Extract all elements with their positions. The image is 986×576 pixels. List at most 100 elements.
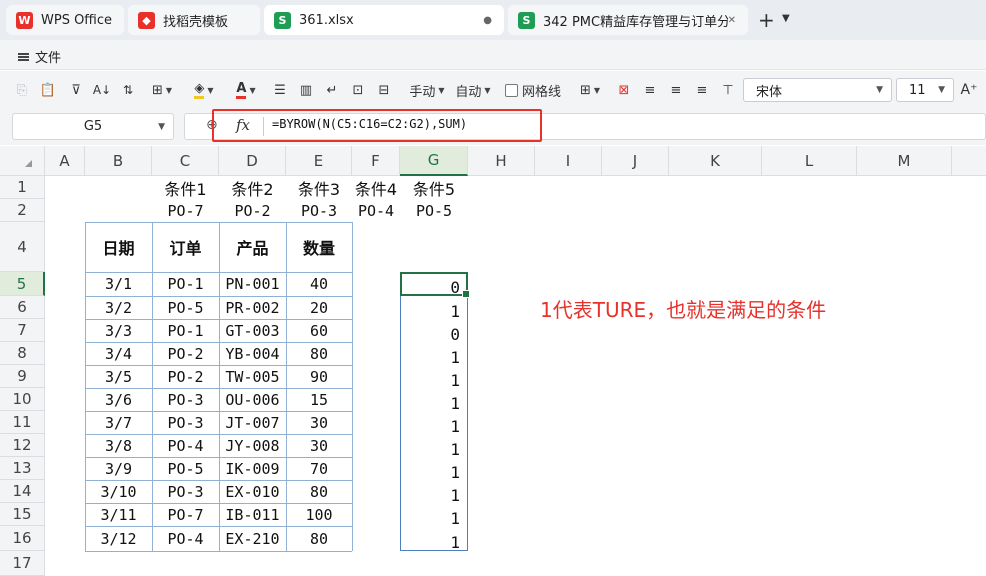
table-cell-date[interactable]: 3/9 — [85, 457, 152, 480]
column-header-selected[interactable]: G — [400, 146, 468, 176]
column-header[interactable]: I — [535, 146, 602, 176]
column-header[interactable]: F — [352, 146, 400, 176]
table-cell-product[interactable]: EX-210 — [219, 526, 286, 551]
column-header[interactable]: M — [857, 146, 952, 176]
table-header-date[interactable]: 日期 — [85, 222, 152, 272]
table-cell-qty[interactable]: 40 — [286, 272, 352, 296]
filter-icon[interactable]: ⊽ — [66, 79, 86, 101]
table-cell-product[interactable]: YB-004 — [219, 342, 286, 365]
sort-descending-icon[interactable]: ⇅ — [118, 79, 138, 101]
freeze-icon[interactable]: ⊟ — [374, 79, 394, 101]
condition-value[interactable]: PO-5 — [400, 199, 468, 222]
table-cell-product[interactable]: IK-009 — [219, 457, 286, 480]
result-cell[interactable]: 1 — [404, 463, 460, 483]
column-header[interactable]: J — [602, 146, 669, 176]
condition-value[interactable]: PO-3 — [286, 199, 352, 222]
table-cell-date[interactable]: 3/4 — [85, 342, 152, 365]
table-cell-date[interactable]: 3/7 — [85, 411, 152, 434]
table-cell-product[interactable]: GT-003 — [219, 319, 286, 342]
row-header-selected[interactable]: 5 — [0, 272, 45, 296]
align-icon[interactable]: ☰ — [270, 79, 290, 101]
copy-format-icon[interactable]: ⎘ — [12, 79, 32, 101]
column-header[interactable]: A — [45, 146, 85, 176]
row-header[interactable]: 16 — [0, 526, 45, 551]
borders-icon[interactable]: ⊞ ▼ — [146, 79, 178, 101]
auto-calc-button[interactable]: 自动 ▼ — [452, 79, 494, 101]
row-header[interactable]: 7 — [0, 319, 45, 342]
table-cell-date[interactable]: 3/2 — [85, 296, 152, 319]
column-header[interactable]: H — [468, 146, 535, 176]
table-cell-order[interactable]: PO-4 — [152, 526, 219, 551]
row-header[interactable]: 8 — [0, 342, 45, 365]
row-header[interactable]: 14 — [0, 480, 45, 503]
fill-color-icon[interactable]: ◈ ▼ — [188, 79, 220, 101]
row-header[interactable]: 6 — [0, 296, 45, 319]
table-cell-date[interactable]: 3/1 — [85, 272, 152, 296]
table-cell-qty[interactable]: 90 — [286, 365, 352, 388]
align-center-icon[interactable]: ≡ — [666, 79, 686, 101]
result-cell[interactable]: 1 — [404, 509, 460, 529]
table-header-order[interactable]: 订单 — [152, 222, 219, 272]
table-cell-order[interactable]: PO-2 — [152, 365, 219, 388]
tab-close-icon[interactable]: ✕ — [728, 15, 736, 26]
table-cell-order[interactable]: PO-4 — [152, 434, 219, 457]
table-cell-qty[interactable]: 60 — [286, 319, 352, 342]
table-cell-date[interactable]: 3/3 — [85, 319, 152, 342]
manual-calc-button[interactable]: 手动 ▼ — [402, 79, 452, 101]
table-cell-product[interactable]: PR-002 — [219, 296, 286, 319]
select-all-corner[interactable] — [0, 146, 45, 176]
columns-icon[interactable]: ▥ — [296, 79, 316, 101]
table-cell-qty[interactable]: 20 — [286, 296, 352, 319]
active-cell-g5[interactable] — [400, 272, 470, 298]
row-header[interactable]: 12 — [0, 434, 45, 457]
column-header[interactable]: B — [85, 146, 152, 176]
table-cell-product[interactable]: EX-010 — [219, 480, 286, 503]
table-header-product[interactable]: 产品 — [219, 222, 286, 272]
sort-ascending-icon[interactable]: A↓ — [92, 79, 112, 101]
clear-format-icon[interactable]: ⊠ — [614, 79, 634, 101]
result-cell[interactable]: 0 — [404, 325, 460, 345]
table-cell-qty[interactable]: 100 — [286, 503, 352, 526]
row-header[interactable]: 4 — [0, 222, 45, 272]
wrap-text-icon[interactable]: ↵ — [322, 79, 342, 101]
table-cell-order[interactable]: PO-3 — [152, 480, 219, 503]
table-cell-product[interactable]: PN-001 — [219, 272, 286, 296]
file-menu[interactable]: 文件 — [18, 47, 61, 66]
result-cell[interactable]: 1 — [404, 486, 460, 506]
condition-label[interactable]: 条件4 — [352, 176, 400, 199]
table-cell-date[interactable]: 3/10 — [85, 480, 152, 503]
table-cell-product[interactable]: JT-007 — [219, 411, 286, 434]
tab-template[interactable]: ◆ 找稻壳模板 — [128, 5, 260, 35]
condition-label[interactable]: 条件1 — [152, 176, 219, 199]
result-cell[interactable]: 1 — [404, 417, 460, 437]
row-header[interactable]: 17 — [0, 551, 45, 576]
table-cell-qty[interactable]: 70 — [286, 457, 352, 480]
result-cell[interactable]: 1 — [404, 348, 460, 368]
increase-font-icon[interactable]: A⁺ — [958, 79, 980, 101]
result-cell[interactable]: 1 — [404, 533, 460, 553]
name-box[interactable]: G5 ▼ — [12, 113, 174, 140]
table-cell-qty[interactable]: 80 — [286, 480, 352, 503]
table-cell-date[interactable]: 3/6 — [85, 388, 152, 411]
row-header[interactable]: 1 — [0, 176, 45, 199]
cell-format-icon[interactable]: ⊞ ▼ — [574, 79, 606, 101]
table-header-qty[interactable]: 数量 — [286, 222, 352, 272]
tab-active-workbook[interactable]: S 361.xlsx ● — [264, 5, 504, 35]
new-tab-icon[interactable]: + — [758, 10, 775, 30]
column-header[interactable] — [952, 146, 986, 176]
table-cell-order[interactable]: PO-5 — [152, 457, 219, 480]
gridlines-checkbox[interactable]: 网格线 — [503, 79, 563, 101]
font-name-select[interactable]: 宋体 ▼ — [743, 78, 892, 102]
table-cell-order[interactable]: PO-3 — [152, 388, 219, 411]
align-top-icon[interactable]: ⊤ — [718, 79, 738, 101]
row-header[interactable]: 15 — [0, 503, 45, 526]
condition-value[interactable]: PO-7 — [152, 199, 219, 222]
row-header[interactable]: 11 — [0, 411, 45, 434]
table-cell-qty[interactable]: 30 — [286, 411, 352, 434]
table-cell-product[interactable]: OU-006 — [219, 388, 286, 411]
table-cell-qty[interactable]: 80 — [286, 342, 352, 365]
table-cell-qty[interactable]: 80 — [286, 526, 352, 551]
row-header[interactable]: 9 — [0, 365, 45, 388]
condition-label[interactable]: 条件5 — [400, 176, 468, 199]
table-cell-product[interactable]: JY-008 — [219, 434, 286, 457]
